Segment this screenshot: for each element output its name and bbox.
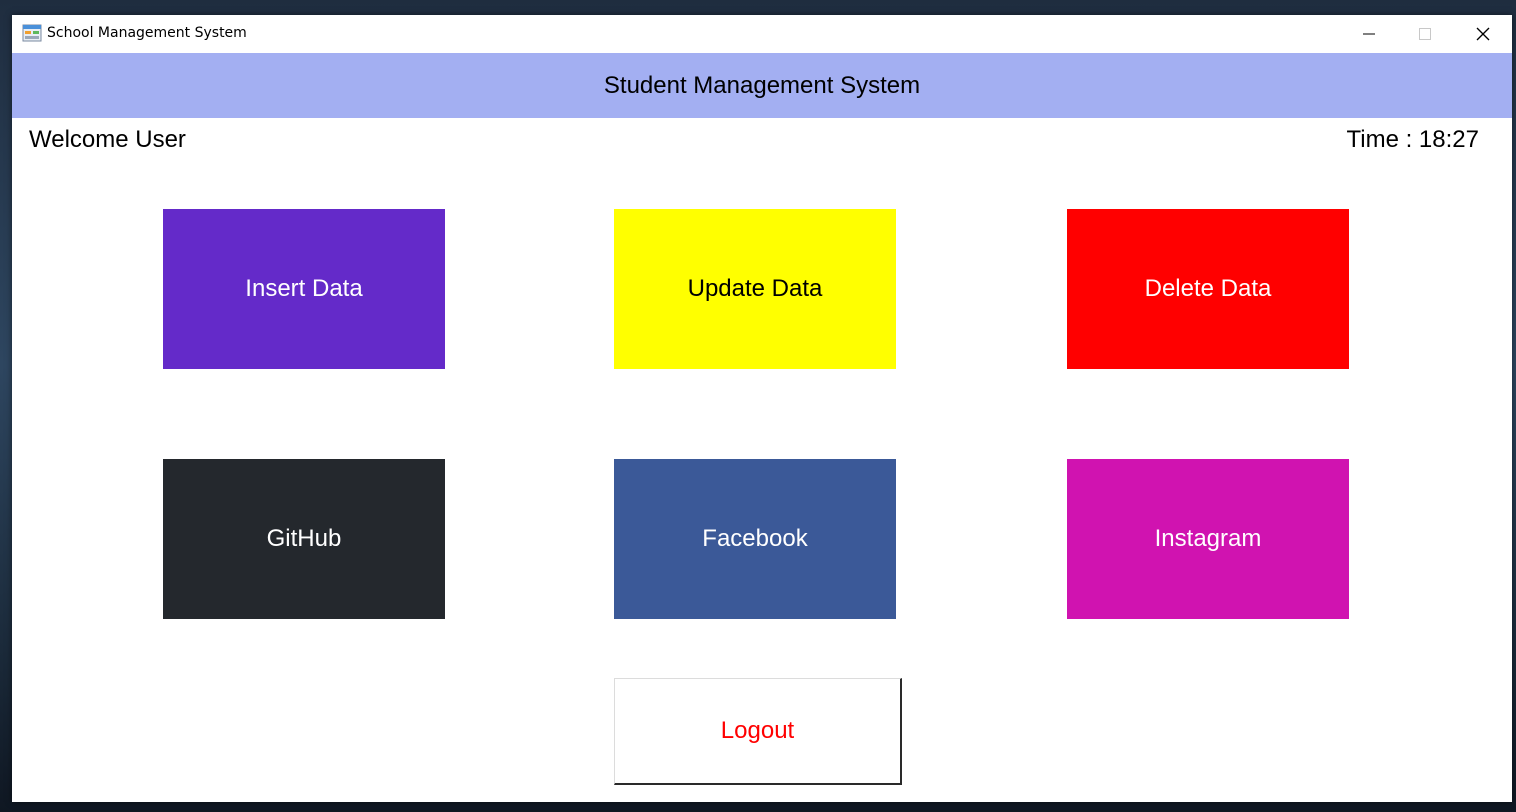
minimize-button[interactable] <box>1340 15 1398 53</box>
update-data-label: Update Data <box>687 275 823 302</box>
maximize-icon <box>1419 28 1431 40</box>
close-icon <box>1476 27 1490 41</box>
maximize-button[interactable] <box>1396 15 1454 53</box>
app-window: School Management System Student Managem… <box>12 15 1512 802</box>
title-bar[interactable]: School Management System <box>12 15 1512 54</box>
header-banner: Student Management System <box>12 53 1512 118</box>
time-label: Time : 18:27 <box>1346 126 1479 153</box>
close-button[interactable] <box>1454 15 1512 53</box>
delete-data-label: Delete Data <box>1144 275 1272 302</box>
app-icon <box>22 24 42 42</box>
insert-data-label: Insert Data <box>245 275 363 302</box>
logout-label: Logout <box>720 717 795 744</box>
facebook-label: Facebook <box>702 525 808 552</box>
logout-button[interactable]: Logout <box>614 678 902 785</box>
insert-data-button[interactable]: Insert Data <box>163 209 445 369</box>
instagram-button[interactable]: Instagram <box>1067 459 1349 619</box>
minimize-icon <box>1363 33 1375 35</box>
header-title: Student Management System <box>603 71 921 99</box>
github-button[interactable]: GitHub <box>163 459 445 619</box>
github-label: GitHub <box>266 525 342 552</box>
window-title: School Management System <box>47 25 247 41</box>
update-data-button[interactable]: Update Data <box>614 209 896 369</box>
facebook-button[interactable]: Facebook <box>614 459 896 619</box>
welcome-label: Welcome User <box>29 126 186 153</box>
instagram-label: Instagram <box>1154 525 1262 552</box>
delete-data-button[interactable]: Delete Data <box>1067 209 1349 369</box>
